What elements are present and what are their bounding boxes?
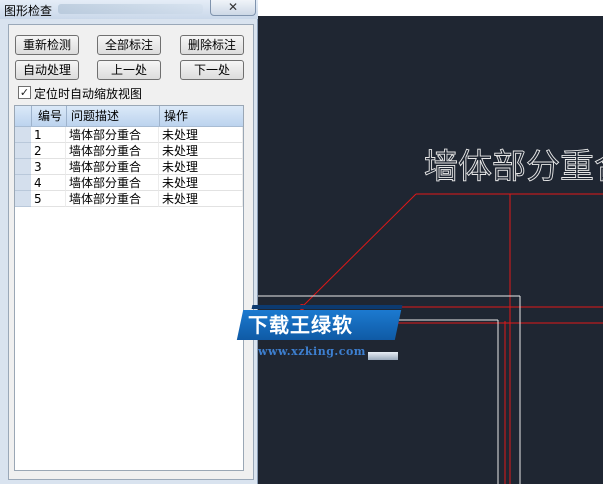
row-operation-cell: 未处理 [159,175,243,191]
row-operation-cell: 未处理 [159,191,243,207]
column-header-id[interactable]: 编号 [31,106,66,126]
row-selector[interactable] [15,191,31,207]
auto-zoom-checkbox[interactable]: ✓ [18,86,31,99]
recheck-button[interactable]: 重新检测 [15,35,79,55]
row-description-cell: 墙体部分重合 [66,127,159,143]
table-header: 编号 问题描述 操作 [15,106,243,127]
row-operation-cell: 未处理 [159,143,243,159]
column-header-description[interactable]: 问题描述 [66,106,159,126]
row-id-cell: 1 [31,127,66,143]
row-id-cell: 3 [31,159,66,175]
table-row[interactable]: 5 墙体部分重合 未处理 [15,191,243,207]
column-header-operation[interactable]: 操作 [159,106,243,126]
row-id-cell: 5 [31,191,66,207]
close-icon: ✕ [227,0,239,14]
graphics-check-dialog: 图形检查 ✕ 重新检测 全部标注 删除标注 自动处理 上一处 下一处 ✓ 定位时… [0,0,258,484]
table-row[interactable]: 1 墙体部分重合 未处理 [15,127,243,143]
row-id-cell: 4 [31,175,66,191]
watermark-bar [368,352,398,360]
cad-annotation-label: 墙体部分重合 [424,147,603,187]
row-selector[interactable] [15,159,31,175]
row-selector[interactable] [15,175,31,191]
auto-zoom-label: 定位时自动缩放视图 [34,87,143,101]
issues-table: 编号 问题描述 操作 1 墙体部分重合 未处理 2 墙体部分重合 未处理 3 墙体部分重合 未处… [14,105,244,471]
watermark-shadow [251,305,403,309]
table-row[interactable]: 4 墙体部分重合 未处理 [15,175,243,191]
row-description-cell: 墙体部分重合 [66,191,159,207]
desktop-canvas: 墙体部分重合 图形检查 ✕ [0,0,603,484]
mark-all-button[interactable]: 全部标注 [97,35,161,55]
table-row[interactable]: 2 墙体部分重合 未处理 [15,143,243,159]
checkmark-icon: ✓ [19,86,30,99]
row-operation-cell: 未处理 [159,159,243,175]
watermark-url: www.xzking.com [258,345,366,358]
dialog-titlebar[interactable]: 图形检查 ✕ [0,0,258,19]
close-button[interactable]: ✕ [210,0,256,16]
header-stub [15,106,31,126]
blurred-title-region [58,4,203,14]
delete-marks-button[interactable]: 删除标注 [180,35,244,55]
row-description-cell: 墙体部分重合 [66,159,159,175]
dialog-title: 图形检查 [4,4,53,18]
row-selector[interactable] [15,127,31,143]
row-id-cell: 2 [31,143,66,159]
cad-viewport[interactable]: 墙体部分重合 [258,16,603,484]
previous-button[interactable]: 上一处 [97,60,161,80]
next-button[interactable]: 下一处 [180,60,244,80]
row-operation-cell: 未处理 [159,127,243,143]
table-row[interactable]: 3 墙体部分重合 未处理 [15,159,243,175]
cad-red-line [301,193,417,308]
cad-drawing: 墙体部分重合 [258,147,603,484]
row-description-cell: 墙体部分重合 [66,175,159,191]
watermark-text: 下载王绿软 [248,313,353,337]
row-selector[interactable] [15,143,31,159]
auto-process-button[interactable]: 自动处理 [15,60,79,80]
row-description-cell: 墙体部分重合 [66,143,159,159]
